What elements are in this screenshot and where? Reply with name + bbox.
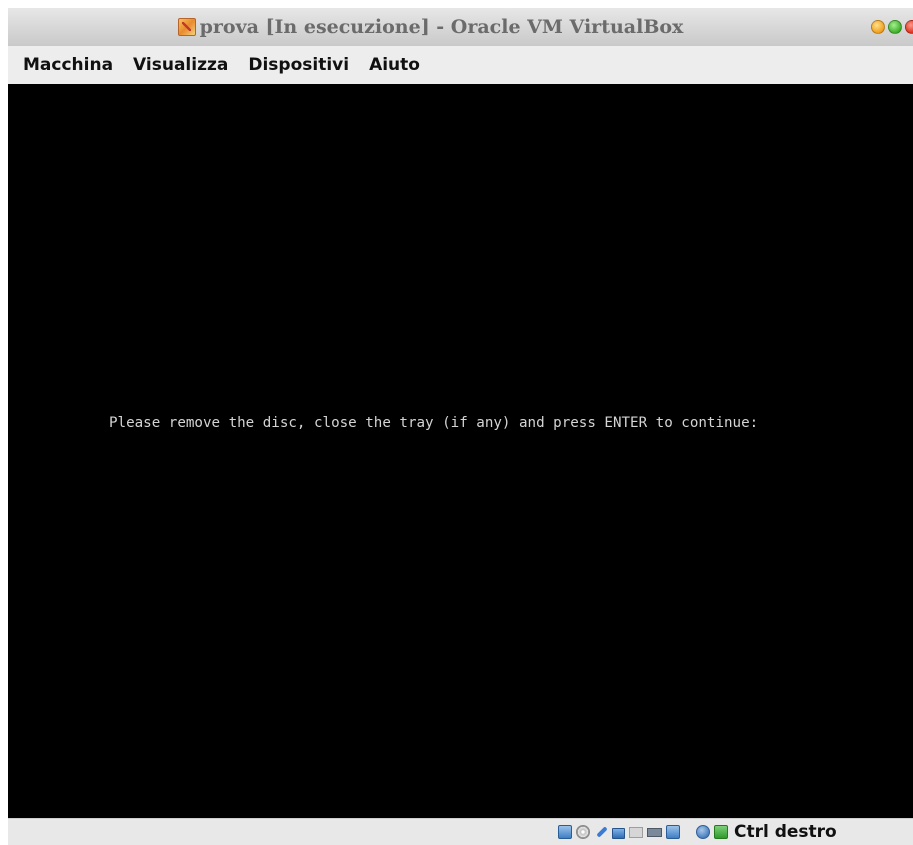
menu-visualizza[interactable]: Visualizza <box>133 55 228 75</box>
network-icon[interactable] <box>612 827 625 839</box>
title-container: prova [In esecuzione] - Oracle VM Virtua… <box>177 16 684 38</box>
usb-icon[interactable] <box>594 825 608 839</box>
video-capture-icon[interactable] <box>647 827 662 837</box>
menu-macchina[interactable]: Macchina <box>23 55 113 75</box>
menu-aiuto[interactable]: Aiuto <box>369 55 420 75</box>
optical-drive-icon[interactable] <box>576 825 590 839</box>
display-icon[interactable] <box>666 825 680 839</box>
menu-bar: Macchina Visualizza Dispositivi Aiuto <box>8 46 913 84</box>
host-key-label[interactable]: Ctrl destro <box>734 824 837 841</box>
shared-folders-icon[interactable] <box>629 826 643 838</box>
minimize-button[interactable] <box>871 20 885 34</box>
vm-display[interactable]: Please remove the disc, close the tray (… <box>8 84 913 818</box>
close-button[interactable] <box>905 20 913 34</box>
virtualbox-app-icon <box>177 18 196 36</box>
hard-disk-icon[interactable] <box>558 825 572 839</box>
menu-dispositivi[interactable]: Dispositivi <box>248 55 349 75</box>
window-title: prova [In esecuzione] - Oracle VM Virtua… <box>199 16 684 38</box>
indicator-separator <box>684 825 692 839</box>
window-controls <box>871 20 913 34</box>
keyboard-icon[interactable] <box>714 825 728 839</box>
mouse-integration-icon[interactable] <box>696 825 710 839</box>
console-message: Please remove the disc, close the tray (… <box>109 415 759 431</box>
maximize-button[interactable] <box>888 20 902 34</box>
title-bar[interactable]: prova [In esecuzione] - Oracle VM Virtua… <box>8 8 913 46</box>
device-indicators: Ctrl destro <box>558 824 837 841</box>
virtualbox-window: prova [In esecuzione] - Oracle VM Virtua… <box>8 8 913 845</box>
status-bar: Ctrl destro <box>8 818 913 845</box>
